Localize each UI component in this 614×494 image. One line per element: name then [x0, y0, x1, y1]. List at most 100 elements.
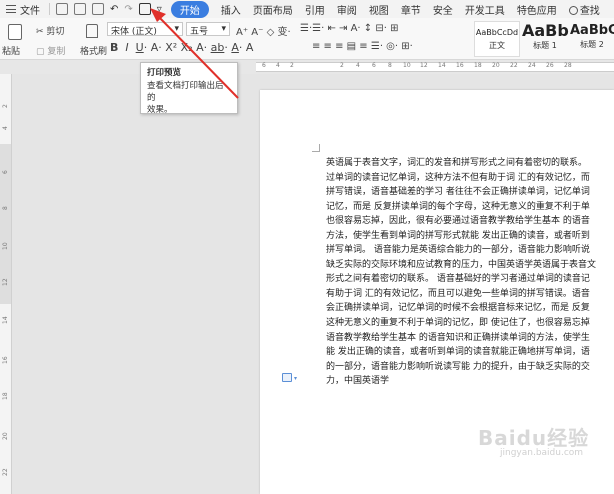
font-size-select[interactable]: 五号 ▾ [186, 22, 230, 37]
format-painter-label[interactable]: 格式刷 [80, 44, 107, 57]
style-heading-1-sample: AaBb [522, 21, 569, 40]
style-heading-2-sample: AaBbC [570, 23, 614, 38]
style-heading-2[interactable]: AaBbC 标题 2 [570, 21, 614, 57]
menu-bar: 文件 ↶ ↷ ▿ 开始 插入 页面布局 引用 审阅 视图 章节 安全 开发工具 … [0, 0, 614, 18]
ruler-number: 10 [403, 62, 411, 69]
cut-label: 剪切 [46, 27, 65, 37]
font-format-icons[interactable]: B I U· A· X² X₂ A· ab· A· A [110, 41, 253, 54]
chevron-down-icon: ▾ [221, 24, 226, 34]
search-icon [568, 5, 578, 15]
file-menu[interactable]: 文件 [20, 2, 46, 17]
style-heading-1-label: 标题 1 [533, 41, 557, 50]
redo-icon[interactable]: ↷ [121, 4, 135, 15]
ribbon: 粘贴 ✂ 剪切 ▢ 复制 格式刷 宋体 (正文) ▾ 五号 ▾ A⁺ A⁻ ◇ 变·… [0, 18, 614, 60]
paste-icon[interactable] [8, 24, 22, 40]
ruler-number: 6 [262, 62, 266, 69]
tooltip-title: 打印预览 [147, 68, 182, 78]
ruler-number: 12 [420, 62, 428, 69]
watermark-url: jingyan.baidu.com [500, 448, 584, 458]
save-icon[interactable] [56, 3, 68, 15]
ruler-number: 12 [2, 278, 9, 286]
ruler-number: 6 [2, 170, 9, 174]
text-line: 会正确拼读单词，记忆单词的时候不会根据音标来记忆，而是 反复 [326, 303, 590, 314]
cut-button[interactable]: ✂ 剪切 [36, 24, 64, 37]
text-line: 过单词的读音记忆单词，这种方法不但有助于词 汇的有效记忆，而 [326, 172, 590, 183]
watermark-logo: Baidu经验 [478, 426, 590, 450]
horizontal-ruler[interactable]: 6 4 2 2 4 6 8 10 12 14 16 18 20 22 24 26… [0, 60, 614, 74]
copy-button[interactable]: ▢ 复制 [36, 44, 65, 57]
separator [49, 3, 50, 15]
tooltip-body-line: 效果。 [147, 105, 173, 115]
text-line: 这种无意义的重复不利于单词的记忆，即 使记住了，也很容易忘掉 [326, 318, 590, 329]
ruler-number: 2 [340, 62, 344, 69]
ruler-number: 6 [372, 62, 376, 69]
align-icons[interactable]: ≡ ≡ ≡ ▤ ≡ ☰· ◎· ⊞· [312, 41, 413, 52]
font-size-value: 五号 [190, 27, 209, 37]
text-line: 能 发出正确的读音，或者听到单词的读音就能正确地拼写单词，语 [326, 347, 590, 358]
tab-developer[interactable]: 开发工具 [459, 2, 511, 17]
ruler-number: 20 [2, 432, 9, 440]
text-line: 语音教学教给学生基本 的语音知识和正确拼读单词的方法，使学生 [326, 332, 590, 343]
crop-mark [312, 144, 320, 152]
tab-review[interactable]: 审阅 [331, 2, 363, 17]
search-button[interactable]: 查找 [563, 2, 606, 17]
tab-chapter[interactable]: 章节 [395, 2, 427, 17]
font-name-select[interactable]: 宋体 (正文) ▾ [107, 22, 183, 37]
text-line: 拼写错误，语音基础差的学习 者往往不会正确拼读单词，记忆单词 [326, 187, 590, 198]
print-preview-icon[interactable] [138, 3, 151, 15]
tab-insert[interactable]: 插入 [215, 2, 247, 17]
style-heading-2-label: 标题 2 [580, 40, 604, 49]
quick-access-dropdown-icon[interactable]: ▿ [154, 4, 165, 15]
text-line: 形式之间有着密切的联系。 语音基础好的学习者通过单词的读音记 [326, 274, 590, 285]
text-line: 记忆，而是 反复拼读单词的每个字母，这种无意义的重复不利于单 [326, 201, 590, 212]
undo-icon[interactable]: ↶ [107, 4, 121, 15]
text-line: 有助于词 汇的有效记忆，而且可以避免一些单词的拼写错误。语音 [326, 288, 590, 299]
search-label: 查找 [579, 5, 600, 17]
paragraph-settings-icon[interactable] [282, 373, 292, 382]
ruler-number: 10 [2, 242, 9, 250]
list-indent-icons[interactable]: ☰·☰· ⇤ ⇥ A· ↕ ⊟· ⊞ [300, 23, 398, 34]
paste-label[interactable]: 粘贴 [2, 44, 20, 57]
ruler-number: 14 [2, 316, 9, 324]
ruler-track [256, 62, 614, 72]
ruler-number: 28 [564, 62, 572, 69]
ruler-number: 16 [2, 356, 9, 364]
print-preview-tooltip: 打印预览 查看文档打印输出后的 效果。 [140, 62, 238, 115]
style-normal[interactable]: AaBbCcDd 正文 [474, 21, 520, 57]
tooltip-body-line: 查看文档打印输出后的 [147, 81, 224, 103]
text-line: 英语属于表音文字，词汇的发音和拼写形式之间有着密切的联系。 [326, 158, 588, 168]
font-name-value: 宋体 (正文) [111, 27, 157, 37]
tab-view[interactable]: 视图 [363, 2, 395, 17]
chevron-down-icon[interactable]: ▾ [294, 375, 297, 382]
vertical-ruler[interactable]: 2 4 6 8 10 12 14 16 18 20 22 [0, 74, 12, 494]
ruler-number: 22 [510, 62, 518, 69]
document-body[interactable]: 英语属于表音文字，词汇的发音和拼写形式之间有着密切的联系。 过单词的读音记忆单词… [326, 156, 614, 389]
ruler-number: 4 [276, 62, 280, 69]
tab-start[interactable]: 开始 [170, 0, 209, 18]
ruler-number: 4 [356, 62, 360, 69]
style-normal-sample: AaBbCcDd [475, 28, 519, 37]
export-pdf-icon[interactable] [74, 3, 86, 15]
tab-page-layout[interactable]: 页面布局 [247, 2, 299, 17]
text-line: 也很容易忘掉，因此，很有必要通过语音教学教给学生基本 的语音 [326, 216, 590, 227]
ruler-number: 20 [492, 62, 500, 69]
text-line: 缺乏实际的交际环境和应试教育的压力，中国英语学英语属于表音文 [326, 259, 597, 270]
text-line: 力，中国英语学 [326, 376, 390, 387]
ruler-number: 26 [546, 62, 554, 69]
chevron-down-icon: ▾ [174, 24, 179, 34]
ruler-number: 18 [474, 62, 482, 69]
ruler-number: 2 [2, 104, 9, 108]
style-heading-1[interactable]: AaBb 标题 1 [522, 21, 569, 57]
tab-security[interactable]: 安全 [427, 2, 459, 17]
print-icon[interactable] [92, 3, 104, 15]
ruler-number: 22 [2, 468, 9, 476]
tab-references[interactable]: 引用 [299, 2, 331, 17]
tab-special[interactable]: 特色应用 [511, 2, 563, 17]
ruler-number: 8 [388, 62, 392, 69]
format-painter-icon[interactable] [86, 24, 98, 38]
ruler-number: 8 [2, 206, 9, 210]
menu-icon[interactable] [6, 5, 16, 13]
font-grow-shrink-icons[interactable]: A⁺ A⁻ ◇ 变· [236, 23, 291, 38]
ruler-number: 14 [438, 62, 446, 69]
ruler-number: 24 [528, 62, 536, 69]
